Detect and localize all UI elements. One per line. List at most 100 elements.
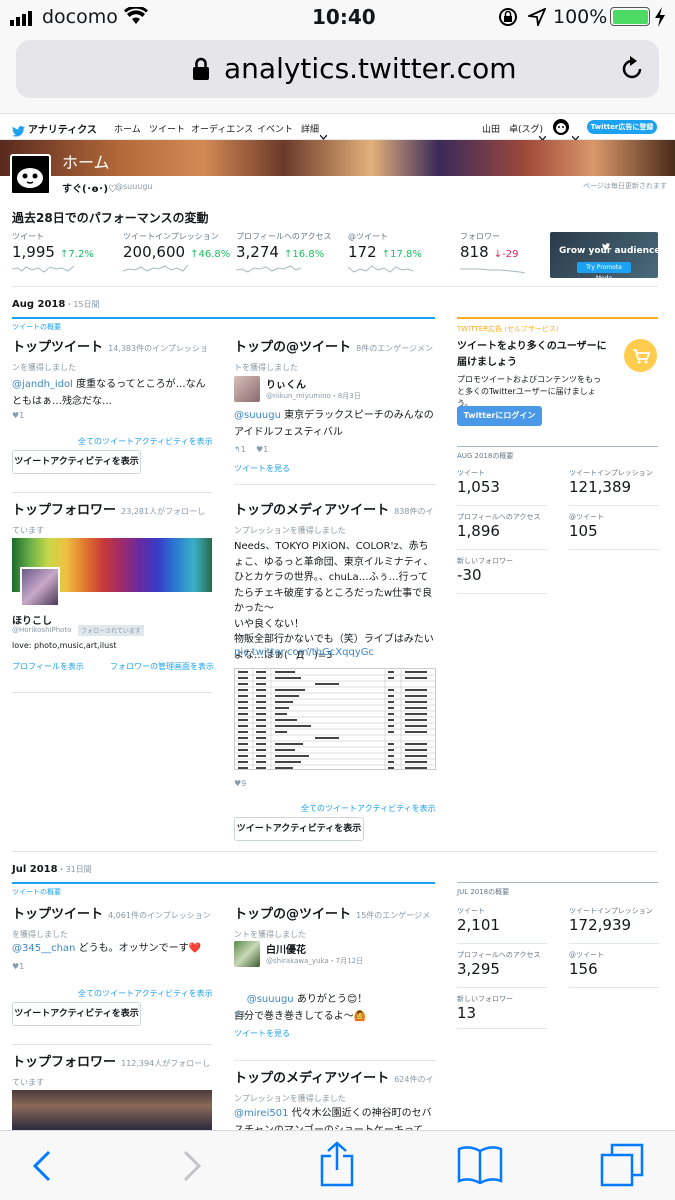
divider [12, 692, 212, 693]
promote-title: Grow your audience [559, 246, 661, 256]
reload-icon[interactable] [618, 55, 646, 87]
charging-icon [654, 7, 666, 32]
divider [457, 943, 547, 944]
promote-button[interactable]: Try Promote Mode [577, 262, 631, 282]
tweet-activity-button[interactable]: ツイートアクティビティを表示 [234, 817, 364, 841]
all-activity-link[interactable]: 全てのツイートアクティビティを表示 [78, 988, 213, 999]
nav-more[interactable]: 詳細 [301, 122, 319, 135]
tweet-activity-button[interactable]: ツイートアクティビティを表示 [12, 450, 141, 474]
location-icon [525, 7, 547, 31]
analytics-nav: アナリティクス ホーム ツイート オーディエンス イベント 詳細 山田 卓(スグ… [0, 114, 675, 142]
bookmarks-icon[interactable] [456, 1145, 504, 1189]
top-tweet-text: @jandh_idol 度重なるってところが…なんともはぁ…残念だな… [12, 379, 206, 407]
metric-impressions: ツイートインプレッション 200,600 ↑46.8% [123, 231, 233, 281]
update-note: ページは毎日更新されます [583, 182, 667, 190]
metric-mentions: @ツイート 172 ↑17.8% [348, 231, 448, 281]
nav-audience[interactable]: オーディエンス [191, 122, 253, 135]
signal-icon [10, 9, 36, 26]
clock: 10:40 [312, 5, 376, 29]
divider [569, 505, 659, 506]
avatar [234, 941, 260, 967]
twitter-login-button[interactable]: Twitterにログイン [457, 406, 542, 426]
metric-followers: フォロワー 818 ↓-29 [460, 231, 540, 281]
address-field[interactable]: analytics.twitter.com [16, 40, 659, 98]
wifi-icon [124, 5, 148, 30]
nav-home[interactable]: ホーム [114, 122, 141, 142]
media-tweet-text: Needs、TOKYO PiXiON、COLOR'z、赤ちょこ、ゆるっと革命団、… [234, 541, 434, 661]
safari-address-bar: analytics.twitter.com [0, 34, 675, 114]
like-count: ♥9 [234, 779, 247, 788]
twitter-ads-signup-button[interactable]: Twitter広告に登録 [587, 120, 657, 134]
battery-icon [610, 7, 650, 26]
metric-tweets: ツイート 1,995 ↑7.2% [12, 231, 112, 281]
divider [457, 446, 658, 447]
forward-icon[interactable] [180, 1149, 204, 1187]
media-image-timetable[interactable] [234, 668, 436, 770]
tweet-activity-button[interactable]: ツイートアクティビティを表示 [12, 1002, 141, 1026]
twitter-bird-icon[interactable] [12, 122, 25, 141]
metric-value: 1,995 [12, 243, 55, 261]
top-follower-header: トップフォロワー 112,394人がフォローしています [12, 1055, 211, 1087]
profile-handle: @suuugu [115, 182, 153, 191]
sparkline [460, 268, 525, 274]
avatar-small[interactable] [553, 119, 569, 135]
summary-profile-visits: プロフィールへのアクセス 1,896 [457, 513, 541, 540]
performance-title: 過去28日でのパフォーマンスの変動 [12, 211, 209, 225]
profile-name: すぐ(･ө･)♡ [62, 184, 117, 195]
nav-tweets[interactable]: ツイート [149, 122, 185, 135]
media-link[interactable]: pic.twitter.com/thGcXqqyGc [234, 647, 374, 658]
nav-events[interactable]: イベント [257, 122, 293, 135]
divider [457, 987, 547, 988]
like-count: ♥1 [12, 411, 25, 420]
section-label: ツイートの概要 [12, 888, 61, 896]
divider [12, 851, 658, 852]
metric-change: ↑16.8% [284, 249, 325, 260]
metric-profile-visits: プロフィールへのアクセス 3,274 ↑16.8% [236, 231, 346, 281]
promote-mode-card[interactable]: Grow your audience Try Promote Mode [550, 232, 661, 282]
manage-followers-link[interactable]: フォロワーの管理画面を表示 [110, 661, 214, 672]
divider [569, 943, 659, 944]
summary-title: AUG 2018の概要 [457, 452, 514, 460]
share-icon[interactable] [318, 1141, 356, 1191]
follower-name[interactable]: ほりこし [12, 612, 52, 627]
section-underline [12, 882, 435, 884]
nav-user[interactable]: 山田 卓(スグ) [482, 122, 543, 135]
top-media-header: トップのメディアツイート 624件のインプレッションを獲得しました [234, 1071, 434, 1103]
back-icon[interactable] [30, 1149, 54, 1187]
all-activity-link[interactable]: 全てのツイートアクティビティを表示 [78, 436, 213, 447]
summary-mentions: @ツイート 105 [569, 513, 604, 540]
follower-bio: love: photo,music,art,ilust [12, 641, 117, 650]
metric-change: ↑17.8% [381, 249, 422, 260]
ios-status-bar: docomo 10:40 100% [0, 0, 675, 34]
tabs-icon[interactable] [600, 1143, 644, 1191]
rotation-lock-icon [498, 7, 518, 32]
view-tweet-link[interactable]: ツイートを見る [234, 1028, 290, 1039]
page-title: ホーム [62, 153, 110, 172]
ads-title: ツイートをより多くのユーザーに届けましょう [457, 341, 607, 368]
header-banner: ホーム [0, 140, 675, 176]
metric-change: ↓-29 [493, 249, 519, 260]
view-tweet-link[interactable]: ツイートを見る [234, 463, 290, 474]
view-profile-link[interactable]: プロフィールを表示 [12, 661, 84, 672]
like-count: ♥1 [234, 1010, 247, 1019]
divider [457, 505, 547, 506]
mention-text: @suuugu 東京デラックスピーチのみんなのアイドルフェスティバル [234, 410, 434, 438]
ads-text: プロモツイートおよびコンテンツをもっと多くのTwitterユーザーに届けましょう… [457, 375, 601, 408]
top-tweet-text: @345__chan どうも。オッサンでーす❤️ [12, 943, 202, 954]
like-count: ♥1 [12, 962, 25, 971]
mention-user-name[interactable]: 白川優花 [266, 941, 306, 956]
summary-new-followers: 新しいフォロワー 13 [457, 995, 513, 1022]
carrier-label: docomo [42, 6, 118, 28]
summary-profile-visits: プロフィールへのアクセス 3,295 [457, 951, 541, 978]
nav-brand[interactable]: アナリティクス [28, 121, 97, 136]
sparkline [348, 265, 413, 273]
metric-value: 172 [348, 243, 377, 261]
divider [569, 987, 659, 988]
summary-mentions: @ツイート 156 [569, 951, 604, 978]
summary-tweets: ツイート 2,101 [457, 907, 500, 934]
all-activity-link[interactable]: 全てのツイートアクティビティを表示 [301, 803, 436, 814]
mention-user-name[interactable]: りぃくん [266, 376, 306, 391]
ads-card: TWITTER広告 (セルフサービス) ツイートをより多くのユーザーに届けましょ… [457, 317, 658, 429]
top-media-header: トップのメディアツイート 838件のインプレッションを獲得しました [234, 503, 434, 535]
divider [234, 484, 436, 485]
